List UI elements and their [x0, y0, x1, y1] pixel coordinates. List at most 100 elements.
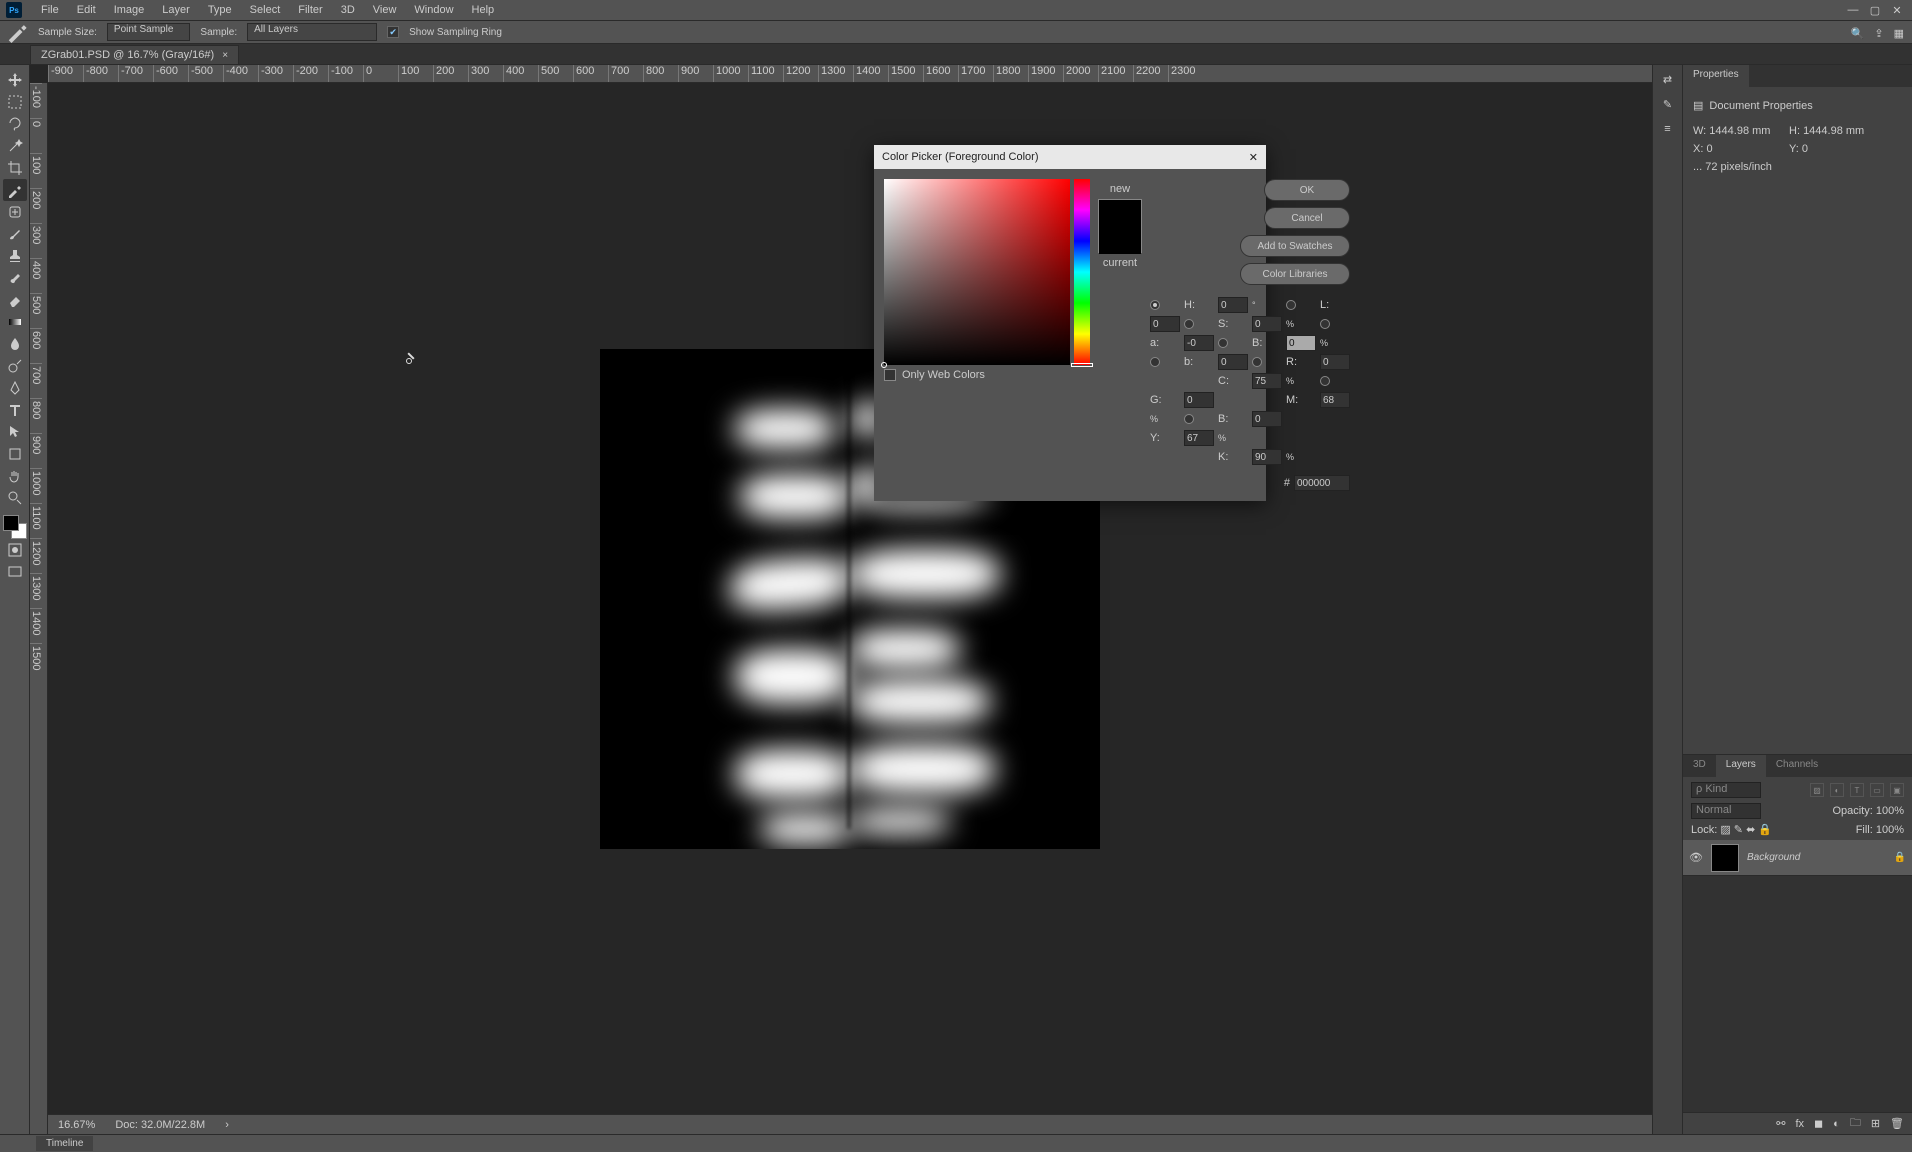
dock-icon-1[interactable]: ⇄	[1663, 73, 1672, 86]
menu-type[interactable]: Type	[199, 4, 241, 16]
menu-filter[interactable]: Filter	[289, 4, 331, 16]
color-picker-titlebar[interactable]: Color Picker (Foreground Color) ✕	[874, 145, 1266, 169]
menu-edit[interactable]: Edit	[68, 4, 105, 16]
blend-mode-combo[interactable]: Normal	[1691, 803, 1761, 819]
blur-tool[interactable]	[3, 333, 27, 355]
doc-size-display[interactable]: Doc: 32.0M/22.8M	[115, 1119, 205, 1131]
dock-icon-2[interactable]: ✎	[1663, 98, 1672, 111]
adjustment-layer-icon[interactable]: ◐	[1833, 1118, 1840, 1130]
history-brush-tool[interactable]	[3, 267, 27, 289]
menu-view[interactable]: View	[364, 4, 406, 16]
r-radio[interactable]	[1252, 357, 1262, 367]
g-input[interactable]	[1184, 392, 1214, 408]
hex-input[interactable]	[1294, 475, 1350, 491]
window-maximize-icon[interactable]: ▢	[1864, 0, 1886, 20]
lab-b-input[interactable]	[1218, 354, 1248, 370]
filter-adjust-icon[interactable]: ◐	[1830, 783, 1844, 797]
cancel-button[interactable]: Cancel	[1264, 207, 1350, 229]
a-radio[interactable]	[1320, 319, 1330, 329]
lasso-tool[interactable]	[3, 113, 27, 135]
layer-name[interactable]: Background	[1747, 852, 1886, 863]
opacity-value[interactable]: 100%	[1876, 805, 1904, 817]
bb-input[interactable]	[1252, 411, 1282, 427]
layer-mask-icon[interactable]: ◼	[1814, 1117, 1823, 1130]
fill-value[interactable]: 100%	[1876, 824, 1904, 836]
current-color-swatch[interactable]	[1099, 227, 1141, 254]
l-input[interactable]	[1150, 316, 1180, 332]
window-close-icon[interactable]: ✕	[1886, 0, 1908, 20]
hue-slider[interactable]	[1074, 179, 1090, 365]
color-picker-close-icon[interactable]: ✕	[1249, 151, 1258, 164]
sample-size-combo[interactable]: Point Sample	[107, 23, 190, 41]
current-tool-icon[interactable]	[6, 23, 28, 41]
ok-button[interactable]: OK	[1264, 179, 1350, 201]
layer-fx-icon[interactable]: fx	[1795, 1118, 1804, 1130]
new-layer-icon[interactable]: ⊞	[1871, 1117, 1880, 1130]
tab-layers[interactable]: Layers	[1716, 755, 1766, 777]
b-radio[interactable]	[1218, 338, 1228, 348]
window-minimize-icon[interactable]: —	[1842, 0, 1864, 20]
k-input[interactable]	[1252, 449, 1282, 465]
g-radio[interactable]	[1320, 376, 1330, 386]
pen-tool[interactable]	[3, 377, 27, 399]
crop-tool[interactable]	[3, 157, 27, 179]
layer-row[interactable]: 👁 Background 🔒	[1683, 840, 1912, 876]
document-tab[interactable]: ZGrab01.PSD @ 16.7% (Gray/16#) ×	[30, 45, 239, 64]
only-web-colors-checkbox[interactable]	[884, 369, 896, 381]
new-color-swatch[interactable]	[1099, 200, 1141, 227]
menu-layer[interactable]: Layer	[153, 4, 199, 16]
menu-3d[interactable]: 3D	[332, 4, 364, 16]
eyedropper-tool[interactable]	[3, 179, 27, 201]
menu-image[interactable]: Image	[105, 4, 154, 16]
hand-tool[interactable]	[3, 465, 27, 487]
color-libraries-button[interactable]: Color Libraries	[1240, 263, 1350, 285]
a-input[interactable]	[1184, 335, 1214, 351]
brush-tool[interactable]	[3, 223, 27, 245]
link-layers-icon[interactable]: ⚯	[1776, 1117, 1785, 1130]
menu-file[interactable]: File	[32, 4, 68, 16]
layer-filter-kind[interactable]: ρ Kind	[1691, 782, 1761, 798]
magic-wand-tool[interactable]	[3, 135, 27, 157]
properties-tab[interactable]: Properties	[1683, 65, 1749, 87]
sample-combo[interactable]: All Layers	[247, 23, 377, 41]
y-input[interactable]	[1184, 430, 1214, 446]
zoom-tool[interactable]	[3, 487, 27, 509]
path-select-tool[interactable]	[3, 421, 27, 443]
c-input[interactable]	[1252, 373, 1282, 389]
share-icon[interactable]: ⇪	[1874, 27, 1883, 40]
close-tab-icon[interactable]: ×	[222, 50, 228, 61]
lab-b-radio[interactable]	[1150, 357, 1160, 367]
color-swatches[interactable]	[3, 515, 27, 539]
canvas[interactable]	[48, 83, 1652, 1114]
show-sampling-ring-checkbox[interactable]: ✔	[387, 26, 399, 38]
menu-window[interactable]: Window	[405, 4, 462, 16]
quick-mask-icon[interactable]	[3, 539, 27, 561]
s-radio[interactable]	[1184, 319, 1194, 329]
menu-help[interactable]: Help	[463, 4, 504, 16]
marquee-tool[interactable]	[3, 91, 27, 113]
filter-pixel-icon[interactable]: ▨	[1810, 783, 1824, 797]
move-tool[interactable]	[3, 69, 27, 91]
trash-icon[interactable]: 🗑	[1890, 1117, 1904, 1130]
layer-thumbnail[interactable]	[1711, 844, 1739, 872]
timeline-tab[interactable]: Timeline	[36, 1136, 93, 1151]
type-tool[interactable]	[3, 399, 27, 421]
healing-tool[interactable]	[3, 201, 27, 223]
layer-lock-icon[interactable]: 🔒	[1894, 852, 1906, 863]
shape-tool[interactable]	[3, 443, 27, 465]
s-input[interactable]	[1252, 316, 1282, 332]
h-radio[interactable]	[1150, 300, 1160, 310]
l-radio[interactable]	[1286, 300, 1296, 310]
b-input[interactable]	[1286, 335, 1316, 351]
status-arrow-icon[interactable]: ›	[225, 1119, 229, 1131]
filter-smart-icon[interactable]: ▣	[1890, 783, 1904, 797]
dodge-tool[interactable]	[3, 355, 27, 377]
h-input[interactable]	[1218, 297, 1248, 313]
add-swatches-button[interactable]: Add to Swatches	[1240, 235, 1350, 257]
arrange-icon[interactable]: ▦	[1894, 27, 1904, 40]
group-icon[interactable]: 🗀	[1850, 1114, 1861, 1133]
menu-select[interactable]: Select	[241, 4, 290, 16]
filter-shape-icon[interactable]: ▭	[1870, 783, 1884, 797]
tab-channels[interactable]: Channels	[1766, 755, 1828, 777]
bb-radio[interactable]	[1184, 414, 1194, 424]
